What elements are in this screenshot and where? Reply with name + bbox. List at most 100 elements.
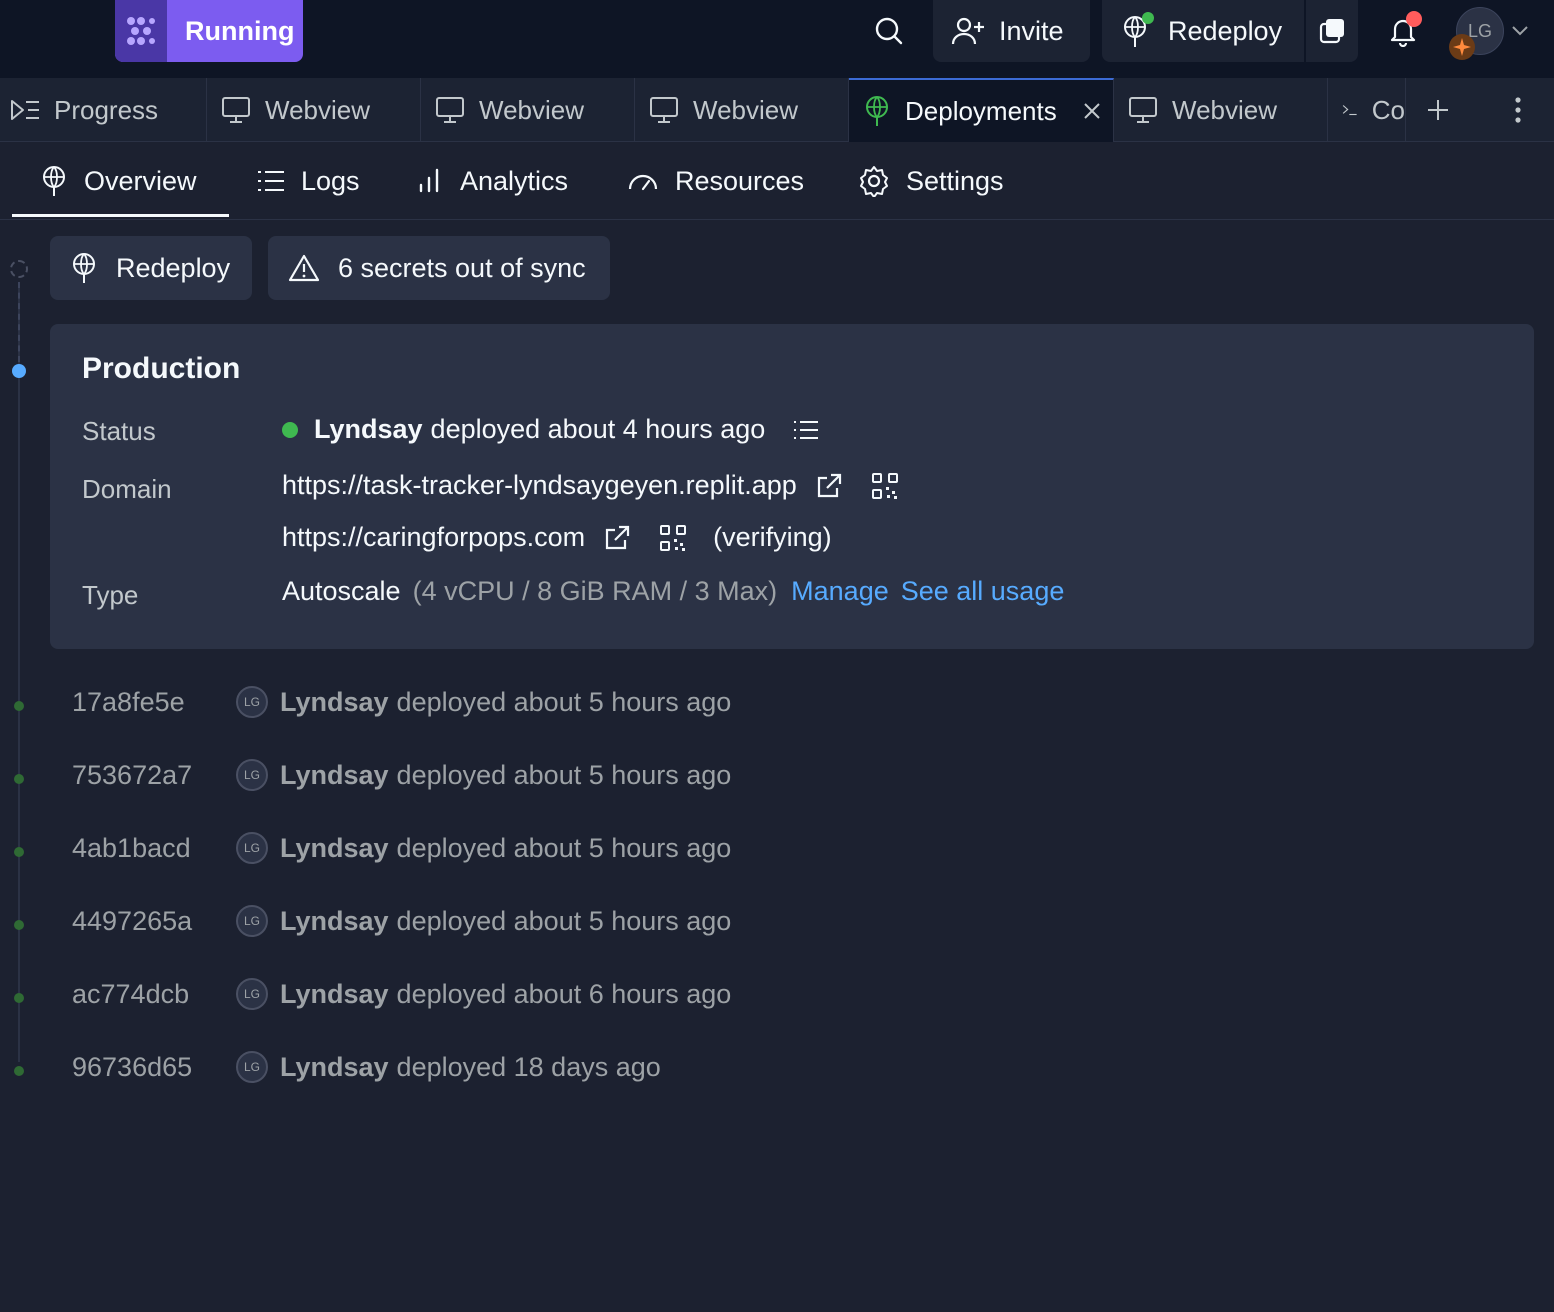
deployments-icon (1120, 12, 1154, 48)
avatar-initials: LG (243, 987, 260, 1001)
tab-webview-2[interactable]: Webview (421, 78, 635, 142)
list-icon (258, 171, 284, 191)
monitor-icon (436, 97, 464, 123)
new-tab-button[interactable] (1420, 78, 1456, 142)
deployment-history-row[interactable]: 4497265a LG Lyndsay deployed about 5 hou… (72, 901, 731, 941)
avatar-initials: LG (243, 695, 260, 709)
deployment-id: 96736d65 (72, 1051, 193, 1082)
timeline-current-dot (12, 364, 26, 378)
run-button[interactable]: Running (115, 0, 303, 62)
subtab-analytics[interactable]: Analytics (416, 142, 568, 220)
avatar-initials: LG (243, 1060, 260, 1074)
tab-label: Co (1371, 94, 1405, 125)
deployment-id: 4497265a (72, 905, 193, 936)
invite-button[interactable]: Invite (933, 0, 1090, 62)
see-all-usage-link[interactable]: See all usage (901, 576, 1065, 607)
timeline-line (18, 282, 20, 1062)
redeploy-options-button[interactable] (1306, 0, 1358, 62)
deployments-subnav: Overview Logs Analytics Resources Settin… (0, 142, 1554, 220)
subtab-label: Settings (906, 165, 1004, 196)
logs-list-icon[interactable] (793, 419, 819, 441)
deployment-user: Lyndsay (280, 1051, 389, 1082)
tab-console[interactable]: Co (1328, 78, 1406, 142)
subtab-label: Analytics (460, 165, 569, 196)
timeline-pending-dot (10, 260, 28, 278)
deployment-user: Lyndsay (280, 686, 389, 717)
tab-deployments[interactable]: Deployments (849, 78, 1114, 142)
status-user: Lyndsay (314, 414, 423, 444)
deployment-history-row[interactable]: ac774dcb LG Lyndsay deployed about 6 hou… (72, 974, 731, 1014)
tab-webview-1[interactable]: Webview (207, 78, 421, 142)
domain-verifying-status: (verifying) (713, 522, 832, 552)
qr-code-icon[interactable] (871, 472, 899, 500)
chevron-down-icon (1512, 26, 1528, 36)
avatar: LG (236, 832, 268, 864)
topbar-redeploy-button[interactable]: Redeploy (1102, 0, 1304, 62)
warning-icon (288, 254, 320, 282)
secrets-out-of-sync-button[interactable]: 6 secrets out of sync (268, 236, 610, 300)
monitor-icon (1129, 97, 1157, 123)
gear-icon (860, 166, 888, 197)
deployment-history-row[interactable]: 96736d65 LG Lyndsay deployed 18 days ago (72, 1047, 661, 1087)
status-value: Lyndsay deployed about 4 hours ago (282, 414, 819, 445)
subtab-overview[interactable]: Overview (40, 142, 197, 220)
qr-code-icon[interactable] (659, 524, 687, 552)
tab-label: Webview (1172, 94, 1278, 125)
deployment-user: Lyndsay (280, 978, 389, 1009)
secrets-label: 6 secrets out of sync (338, 252, 586, 283)
deployment-time: deployed about 5 hours ago (396, 686, 732, 717)
tab-webview-3[interactable]: Webview (635, 78, 849, 142)
progress-icon (11, 100, 39, 120)
monitor-icon (650, 97, 678, 123)
subtab-label: Resources (675, 165, 805, 196)
tab-bar: Progress Webview Webview Webview Deploym… (0, 78, 1554, 142)
status-ok-dot (282, 421, 298, 438)
deployment-user: Lyndsay (280, 832, 389, 863)
account-menu-button[interactable] (1508, 0, 1532, 62)
tab-label: Webview (693, 94, 799, 125)
avatar-initials: LG (243, 914, 260, 928)
tab-progress[interactable]: Progress (0, 78, 207, 142)
run-label: Running (185, 15, 295, 46)
redeploy-button[interactable]: Redeploy (50, 236, 252, 300)
type-label: Type (82, 580, 139, 610)
subtab-logs[interactable]: Logs (257, 142, 360, 220)
redeploy-label: Redeploy (116, 252, 231, 283)
deployment-history-row[interactable]: 17a8fe5e LG Lyndsay deployed about 5 hou… (72, 682, 731, 722)
deployment-history-row[interactable]: 753672a7 LG Lyndsay deployed about 5 hou… (72, 755, 731, 795)
avatar-initials: LG (243, 841, 260, 855)
production-card: Production Status Lyndsay deployed about… (50, 324, 1534, 649)
tab-menu-button[interactable] (1504, 78, 1532, 142)
notifications-button[interactable] (1382, 0, 1424, 62)
active-subtab-indicator (12, 214, 229, 217)
timeline-dot (14, 701, 24, 711)
search-icon (875, 17, 903, 45)
tab-webview-4[interactable]: Webview (1114, 78, 1328, 142)
avatar: LG (236, 686, 268, 718)
close-icon[interactable] (1083, 102, 1101, 120)
external-link-icon[interactable] (603, 524, 631, 552)
manage-link[interactable]: Manage (791, 576, 889, 607)
avatar-initials: LG (243, 768, 260, 782)
search-button[interactable] (866, 0, 912, 62)
domain-primary-link[interactable]: https://task-tracker-lyndsaygeyen.replit… (282, 470, 797, 501)
run-logo-icon (115, 0, 167, 62)
timeline-dot (14, 993, 24, 1003)
deployment-id: 4ab1bacd (72, 832, 191, 863)
sparkle-badge-icon (1449, 34, 1475, 60)
top-bar: Running Invite Redeploy LG (0, 0, 1554, 78)
external-link-icon[interactable] (815, 472, 843, 500)
subtab-resources[interactable]: Resources (627, 142, 804, 220)
deployment-time: deployed about 6 hours ago (396, 978, 732, 1009)
subtab-label: Logs (301, 165, 360, 196)
subtab-settings[interactable]: Settings (858, 142, 1004, 220)
plus-icon (1428, 100, 1448, 120)
domain-secondary-link[interactable]: https://caringforpops.com (282, 522, 585, 553)
gauge-icon (628, 174, 658, 191)
type-specs: (4 vCPU / 8 GiB RAM / 3 Max) (412, 576, 778, 606)
subtab-label: Overview (84, 165, 197, 196)
deployments-icon (43, 166, 65, 196)
bell-icon (1387, 11, 1422, 47)
more-vertical-icon (1515, 97, 1521, 123)
deployment-history-row[interactable]: 4ab1bacd LG Lyndsay deployed about 5 hou… (72, 828, 731, 868)
